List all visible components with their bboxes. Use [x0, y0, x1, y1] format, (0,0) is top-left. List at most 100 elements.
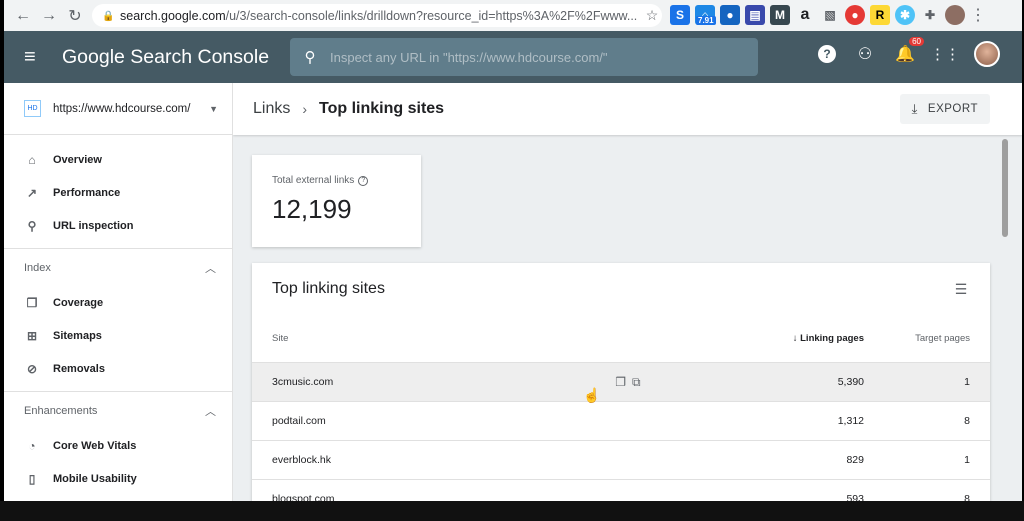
trending-icon: ↗: [26, 185, 38, 200]
linking-pages-cell: 829: [846, 454, 864, 466]
table-header: Site ↓ Linking pages Target pages: [252, 315, 990, 363]
extension-icon[interactable]: S: [670, 5, 690, 25]
coverage-icon: ❐: [26, 295, 38, 310]
target-pages-cell: 1: [964, 454, 970, 466]
stat-label: Total external links ?: [272, 175, 401, 186]
sidebar-item-core-web-vitals[interactable]: ◔ Core Web Vitals: [4, 429, 232, 462]
property-icon: HD: [24, 100, 41, 117]
search-input[interactable]: [330, 49, 730, 65]
app-title: Google Search Console: [62, 45, 270, 68]
sidebar-section-enhancements[interactable]: Enhancements ︿: [4, 391, 232, 429]
sidebar-item-label: URL inspection: [53, 219, 134, 232]
table-row[interactable]: everblock.hk 829 1: [252, 441, 990, 480]
chevron-up-icon: ︿: [205, 405, 216, 418]
notification-badge: 60: [909, 37, 924, 46]
sidebar-item-overview[interactable]: ⌂ Overview: [4, 143, 232, 176]
extension-icon[interactable]: ▧: [820, 5, 840, 25]
puzzle-icon[interactable]: ✚: [920, 5, 940, 25]
page-title: Top linking sites: [319, 100, 445, 117]
property-selector[interactable]: HD https://www.hdcourse.com/ ▼: [4, 83, 232, 135]
open-external-icon[interactable]: ⧉: [632, 375, 641, 390]
linking-pages-cell: 1,312: [837, 415, 864, 427]
bookmark-star-icon[interactable]: ☆: [642, 7, 662, 24]
sidebar-item-sitemaps[interactable]: ⊞ Sitemaps: [4, 319, 232, 352]
table-row[interactable]: 3cmusic.com ❐ ⧉ 5,390 1: [252, 363, 990, 402]
extension-icon[interactable]: M: [770, 5, 790, 25]
section-label: Index: [24, 261, 51, 274]
column-header-target-pages[interactable]: Target pages: [864, 333, 990, 344]
hamburger-menu-icon[interactable]: ≡: [24, 46, 48, 69]
removals-icon: ⊘: [26, 361, 38, 376]
url-inspect-search[interactable]: ⚲: [290, 38, 758, 76]
table-title: Top linking sites ☰: [252, 263, 990, 315]
help-icon[interactable]: ?: [818, 45, 836, 63]
table-row[interactable]: blogspot.com 593 8: [252, 480, 990, 501]
lock-icon: 🔒: [102, 10, 115, 22]
sidebar-item-label: Mobile Usability: [53, 472, 137, 485]
linking-pages-cell: 593: [846, 493, 864, 501]
breadcrumb-links[interactable]: Links: [253, 100, 290, 118]
linking-pages-cell: 5,390: [837, 376, 864, 388]
phone-icon: ▯: [28, 471, 36, 486]
extension-icon[interactable]: ▤: [745, 5, 765, 25]
page-header: Links › Top linking sites ⤓ EXPORT: [233, 83, 1022, 135]
sidebar-section-index[interactable]: Index ︿: [4, 248, 232, 286]
extensions-bar: S ⌂ 7.91 ● ▤ M a ▧ ● R ✱ ✚ ⋮: [670, 5, 986, 25]
reload-icon[interactable]: ↻: [62, 3, 88, 29]
property-url: https://www.hdcourse.com/: [53, 102, 191, 115]
target-pages-cell: 1: [964, 376, 970, 388]
site-cell: podtail.com: [272, 415, 326, 427]
header-actions: ? ⚇ 🔔 60 ⋮⋮: [818, 37, 1000, 67]
search-icon: ⚲: [304, 49, 316, 66]
profile-avatar[interactable]: [945, 5, 965, 25]
sitemap-icon: ⊞: [26, 328, 38, 343]
extension-icon[interactable]: ●: [845, 5, 865, 25]
app-header: ≡ Google Search Console ⚲ ? ⚇ 🔔60 ⋮⋮: [4, 31, 1022, 83]
extension-icon[interactable]: R: [870, 5, 890, 25]
export-button[interactable]: ⤓ EXPORT: [899, 94, 990, 124]
filter-icon[interactable]: ☰: [952, 281, 970, 298]
help-icon[interactable]: ?: [358, 175, 369, 186]
total-links-card: Total external links ? 12,199: [252, 155, 421, 247]
site-cell: 3cmusic.com: [272, 376, 334, 388]
url-text: search.google.com/u/3/search-console/lin…: [120, 8, 638, 23]
site-cell: blogspot.com: [272, 493, 335, 501]
export-label: EXPORT: [927, 103, 978, 115]
stat-value: 12,199: [272, 194, 352, 224]
address-bar[interactable]: 🔒 search.google.com/u/3/search-console/l…: [92, 4, 662, 27]
section-label: Enhancements: [24, 404, 98, 417]
column-header-linking-pages[interactable]: ↓ Linking pages: [714, 333, 864, 344]
sidebar-item-coverage[interactable]: ❐ Coverage: [4, 286, 232, 319]
chevron-right-icon: ›: [302, 101, 308, 117]
sidebar-item-label: Removals: [53, 362, 105, 375]
sidebar-item-performance[interactable]: ↗ Performance: [4, 176, 232, 209]
avatar[interactable]: [974, 41, 1000, 67]
copy-icon[interactable]: ❐: [615, 375, 626, 390]
sidebar-item-label: Overview: [53, 153, 102, 166]
target-pages-cell: 8: [964, 415, 970, 427]
column-header-site[interactable]: Site: [252, 333, 714, 344]
scrollbar[interactable]: [1002, 139, 1008, 237]
notifications-icon[interactable]: 🔔 60: [894, 37, 924, 65]
table-row[interactable]: podtail.com 1,312 8: [252, 402, 990, 441]
extension-icon[interactable]: ●: [720, 5, 740, 25]
linking-sites-table: Top linking sites ☰ Site ↓ Linking pages…: [252, 263, 990, 501]
sidebar-item-mobile-usability[interactable]: ▯ Mobile Usability: [4, 462, 232, 495]
mouse-cursor-icon: ☝: [583, 387, 601, 403]
extension-icon[interactable]: ⌂ 7.91: [695, 5, 716, 25]
apps-grid-icon[interactable]: ⋮⋮: [930, 43, 960, 65]
sidebar: HD https://www.hdcourse.com/ ▼ ⌂ Overvie…: [4, 83, 233, 501]
gauge-icon: ◔: [28, 438, 36, 453]
sidebar-item-removals[interactable]: ⊘ Removals: [4, 352, 232, 385]
extension-icon[interactable]: a: [795, 5, 815, 25]
forward-icon[interactable]: →: [36, 3, 62, 29]
extension-icon[interactable]: ✱: [895, 5, 915, 25]
sidebar-item-label: Core Web Vitals: [53, 439, 137, 452]
sidebar-item-url-inspection[interactable]: ⚲ URL inspection: [4, 209, 232, 242]
manage-users-icon[interactable]: ⚇: [854, 43, 876, 65]
screen-bottom-edge: [0, 501, 1024, 521]
browser-toolbar: ← → ↻ 🔒 search.google.com/u/3/search-con…: [4, 0, 1022, 31]
dropdown-caret-icon: ▼: [209, 103, 218, 114]
back-icon[interactable]: ←: [10, 3, 36, 29]
more-menu-icon[interactable]: ⋮: [970, 5, 986, 25]
